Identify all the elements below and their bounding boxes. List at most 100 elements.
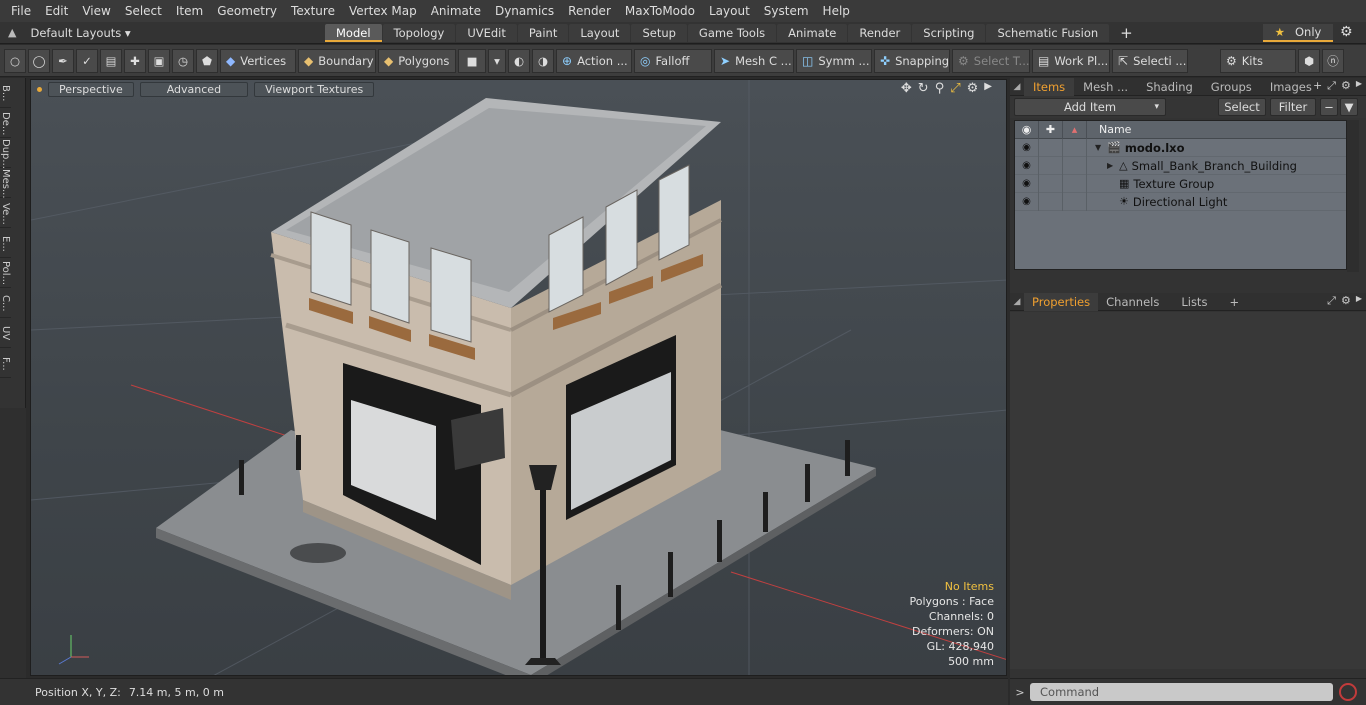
command-input[interactable]: Command: [1030, 683, 1333, 701]
left-tab-deform[interactable]: De...: [0, 110, 11, 138]
menu-system[interactable]: System: [757, 0, 816, 22]
viewport-menu-dot-icon[interactable]: [37, 86, 42, 92]
left-tab-polygon[interactable]: Pol...: [0, 260, 11, 288]
viewport-expand-icon[interactable]: ▶: [984, 81, 992, 96]
brush-icon[interactable]: ✓: [76, 48, 98, 73]
add-item-button[interactable]: Add Item ▾: [1014, 98, 1166, 116]
panel-menu-icon[interactable]: ▶: [1356, 79, 1362, 93]
maximize-icon[interactable]: ⤢: [950, 81, 960, 96]
left-tab-uv[interactable]: UV: [0, 320, 11, 348]
properties-menu-icon[interactable]: ▶: [1356, 294, 1362, 308]
menu-edit[interactable]: Edit: [38, 0, 75, 22]
menu-layout[interactable]: Layout: [702, 0, 757, 22]
left-tab-basic[interactable]: B...: [0, 80, 11, 108]
snapping-button[interactable]: ✜ Snapping: [874, 48, 950, 73]
chevron-down-icon[interactable]: ▾: [488, 48, 506, 73]
expand-arrow-icon[interactable]: ▶: [1107, 161, 1113, 170]
tab-game-tools[interactable]: Game Tools: [687, 23, 777, 42]
eye-icon[interactable]: ◉: [1015, 156, 1039, 175]
menu-geometry[interactable]: Geometry: [210, 0, 284, 22]
selection-button[interactable]: ⇱ Selecti ...: [1112, 48, 1188, 73]
menu-help[interactable]: Help: [816, 0, 857, 22]
left-tab-fusion[interactable]: F...: [0, 350, 11, 378]
menu-vertex-map[interactable]: Vertex Map: [342, 0, 424, 22]
tab-layout[interactable]: Layout: [569, 23, 631, 42]
rotate-icon[interactable]: ◷: [172, 48, 194, 73]
menu-item[interactable]: Item: [169, 0, 210, 22]
tab-paint[interactable]: Paint: [517, 23, 569, 42]
zoom-icon[interactable]: ⚲: [935, 81, 945, 96]
unity-icon[interactable]: ⬢: [1298, 48, 1320, 73]
tab-render[interactable]: Render: [848, 23, 912, 42]
menu-texture[interactable]: Texture: [284, 0, 342, 22]
pen-icon[interactable]: ✒: [52, 48, 74, 73]
shield-alt-icon[interactable]: ◑: [532, 48, 554, 73]
properties-gear-icon[interactable]: ⚙: [1341, 294, 1351, 308]
panel-gear-icon[interactable]: ⚙: [1341, 79, 1351, 93]
properties-expand-icon[interactable]: ⤢: [1327, 294, 1336, 308]
tab-animate[interactable]: Animate: [777, 23, 848, 42]
perspective-button[interactable]: Perspective: [48, 81, 134, 97]
advanced-button[interactable]: Advanced: [139, 81, 249, 97]
record-macro-icon[interactable]: [1339, 683, 1357, 701]
collapse-all-icon[interactable]: −: [1320, 98, 1338, 116]
add-panel-tab-icon[interactable]: +: [1313, 79, 1322, 93]
viewport-gear-icon[interactable]: ⚙: [967, 81, 979, 96]
shield-icon[interactable]: ◐: [508, 48, 530, 73]
add-properties-tab-icon[interactable]: +: [1221, 293, 1247, 311]
properties-pin-icon[interactable]: ◢: [1010, 297, 1024, 307]
left-tab-duplicate[interactable]: Dup...: [0, 139, 11, 168]
viewport-textures-button[interactable]: Viewport Textures: [254, 81, 375, 97]
material-icon[interactable]: ■: [458, 48, 486, 73]
tree-row[interactable]: ◉ ☀ Directional Light: [1015, 192, 1346, 211]
tab-lists[interactable]: Lists: [1167, 293, 1221, 311]
tab-model[interactable]: Model: [325, 23, 382, 42]
tab-schematic-fusion[interactable]: Schematic Fusion: [986, 23, 1110, 42]
menu-file[interactable]: File: [4, 0, 38, 22]
menu-animate[interactable]: Animate: [424, 0, 488, 22]
globe-icon[interactable]: ◯: [28, 48, 50, 73]
add-tab-icon[interactable]: +: [1114, 24, 1139, 42]
boundary-button[interactable]: ◆ Boundary: [298, 48, 376, 73]
gear-icon[interactable]: ⚙: [1340, 24, 1353, 40]
tab-properties[interactable]: Properties: [1024, 292, 1099, 311]
left-tab-mesh-edit[interactable]: Mes...: [0, 169, 11, 198]
pan-icon[interactable]: ✥: [901, 81, 912, 96]
tab-topology[interactable]: Topology: [382, 23, 456, 42]
tree-row[interactable]: ◉ ▦ Texture Group: [1015, 174, 1346, 193]
menu-dynamics[interactable]: Dynamics: [488, 0, 561, 22]
unreal-icon[interactable]: ⓝ: [1322, 48, 1344, 73]
expand-arrow-icon[interactable]: ▼: [1095, 143, 1101, 152]
collapse-icon[interactable]: ▲: [8, 26, 16, 39]
menu-select[interactable]: Select: [118, 0, 169, 22]
name-column-header[interactable]: Name: [1087, 123, 1131, 136]
filter-button[interactable]: Filter: [1270, 98, 1316, 116]
left-tab-vertex[interactable]: Ve...: [0, 200, 11, 228]
left-tab-curve[interactable]: C...: [0, 290, 11, 318]
symmetry-button[interactable]: ◫ Symm ...: [796, 48, 872, 73]
tab-scripting[interactable]: Scripting: [912, 23, 986, 42]
left-tab-edge[interactable]: E...: [0, 230, 11, 258]
type-column-icon[interactable]: ▴: [1063, 120, 1087, 139]
command-history-icon[interactable]: >: [1010, 686, 1030, 699]
funnel-icon[interactable]: ▼: [1340, 98, 1358, 116]
action-button[interactable]: ⊕ Action ...: [556, 48, 632, 73]
tab-uvedit[interactable]: UVEdit: [456, 23, 517, 42]
eye-icon[interactable]: ◉: [1015, 138, 1039, 157]
kits-button[interactable]: ⚙ Kits: [1220, 48, 1296, 73]
square-icon[interactable]: ▣: [148, 48, 170, 73]
tab-images[interactable]: Images: [1261, 78, 1321, 96]
tab-groups[interactable]: Groups: [1202, 78, 1261, 96]
tab-channels[interactable]: Channels: [1098, 293, 1167, 311]
lock-column-icon[interactable]: ✚: [1039, 120, 1063, 139]
vertices-button[interactable]: ◆ Vertices: [220, 48, 296, 73]
tab-shading[interactable]: Shading: [1137, 78, 1202, 96]
mesh-constraint-button[interactable]: ➤ Mesh C ...: [714, 48, 794, 73]
select-circle-icon[interactable]: ○: [4, 48, 26, 73]
falloff-button[interactable]: ◎ Falloff: [634, 48, 712, 73]
center-icon[interactable]: ✚: [124, 48, 146, 73]
panel-expand-icon[interactable]: ⤢: [1327, 79, 1336, 93]
menu-view[interactable]: View: [75, 0, 117, 22]
tab-setup[interactable]: Setup: [631, 23, 687, 42]
tab-mesh[interactable]: Mesh ...: [1074, 78, 1137, 96]
